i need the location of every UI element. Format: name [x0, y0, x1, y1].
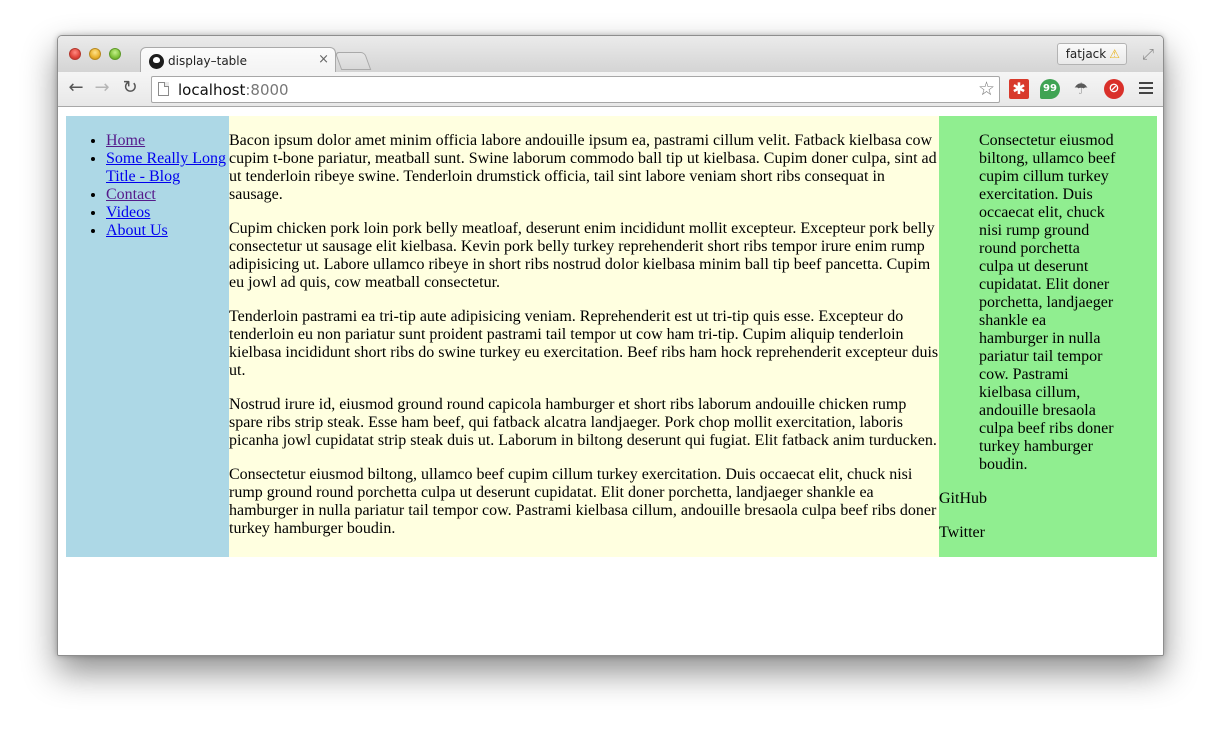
nav-item-about: About Us [106, 222, 229, 240]
extension-red-circle-icon[interactable]: ⊘ [1104, 79, 1124, 99]
main-paragraph: Bacon ipsum dolor amet minim officia lab… [229, 132, 937, 203]
forward-arrow-icon[interactable]: → [91, 77, 113, 99]
new-tab-button[interactable] [334, 52, 372, 70]
profile-name: fatjack [1065, 47, 1107, 61]
main-paragraph: Tenderloin pastrami ea tri-tip aute adip… [229, 308, 939, 379]
aside-link-github: GitHub [939, 490, 987, 507]
back-arrow-icon[interactable]: ← [65, 77, 87, 99]
page-viewport: Home Some Really Long Title - Blog Conta… [58, 108, 1163, 655]
main-paragraph: Cupim chicken pork loin pork belly meatl… [229, 220, 935, 291]
favicon-icon [149, 54, 164, 69]
extension-red-asterisk-icon[interactable]: ✱ [1009, 79, 1029, 99]
nav-link-blog[interactable]: Some Really Long Title - Blog [106, 150, 226, 185]
profile-button[interactable]: fatjack ⚠ [1056, 43, 1127, 65]
nav-item-blog: Some Really Long Title - Blog [106, 150, 229, 186]
reload-icon[interactable]: ↻ [119, 77, 141, 99]
nav-link-contact[interactable]: Contact [106, 186, 156, 203]
url-text[interactable]: localhost:8000 [178, 81, 289, 99]
aside-link-twitter: Twitter [939, 524, 985, 541]
bookmark-star-icon[interactable]: ☆ [978, 78, 995, 100]
tab-close-icon[interactable]: × [318, 52, 329, 67]
main-paragraph: Nostrud irure id, eiusmod ground round c… [229, 396, 937, 449]
page-layout: Home Some Really Long Title - Blog Conta… [66, 116, 1157, 557]
extension-gray-icon[interactable]: ☂ [1071, 79, 1091, 99]
extension-hangouts-icon[interactable]: 99 [1040, 79, 1060, 99]
nav-item-contact: Contact [106, 186, 229, 204]
title-bar: display–table × fatjack ⚠ ⤢ [58, 36, 1163, 73]
warning-icon: ⚠ [1109, 47, 1120, 61]
minimize-window-button[interactable] [89, 48, 101, 60]
nav-link-about[interactable]: About Us [106, 222, 168, 239]
close-window-button[interactable] [69, 48, 81, 60]
browser-window: display–table × fatjack ⚠ ⤢ ← → ↻ localho… [57, 35, 1164, 656]
aside-quote: Consectetur eiusmod biltong, ullamco bee… [979, 132, 1116, 473]
nav-list: Home Some Really Long Title - Blog Conta… [66, 132, 229, 240]
nav-link-videos[interactable]: Videos [106, 204, 150, 221]
nav-item-videos: Videos [106, 204, 229, 222]
main-column: Bacon ipsum dolor amet minim officia lab… [229, 116, 939, 557]
page-icon [158, 82, 169, 96]
address-bar[interactable]: localhost:8000 ☆ [151, 76, 1000, 103]
fullscreen-icon[interactable]: ⤢ [1142, 45, 1154, 63]
nav-link-home[interactable]: Home [106, 132, 145, 149]
aside-column: Consectetur eiusmod biltong, ullamco bee… [939, 116, 1157, 557]
browser-toolbar: ← → ↻ localhost:8000 ☆ ✱ 99 ☂ ⊘ [58, 72, 1163, 107]
tab-title: display–table [168, 54, 248, 68]
url-host: localhost [178, 81, 246, 99]
main-paragraph: Consectetur eiusmod biltong, ullamco bee… [229, 466, 937, 537]
zoom-window-button[interactable] [109, 48, 121, 60]
browser-tab-active[interactable]: display–table × [140, 47, 336, 73]
menu-icon[interactable] [1139, 82, 1153, 95]
nav-item-home: Home [106, 132, 229, 150]
url-port: :8000 [245, 81, 289, 99]
nav-column: Home Some Really Long Title - Blog Conta… [66, 116, 229, 557]
